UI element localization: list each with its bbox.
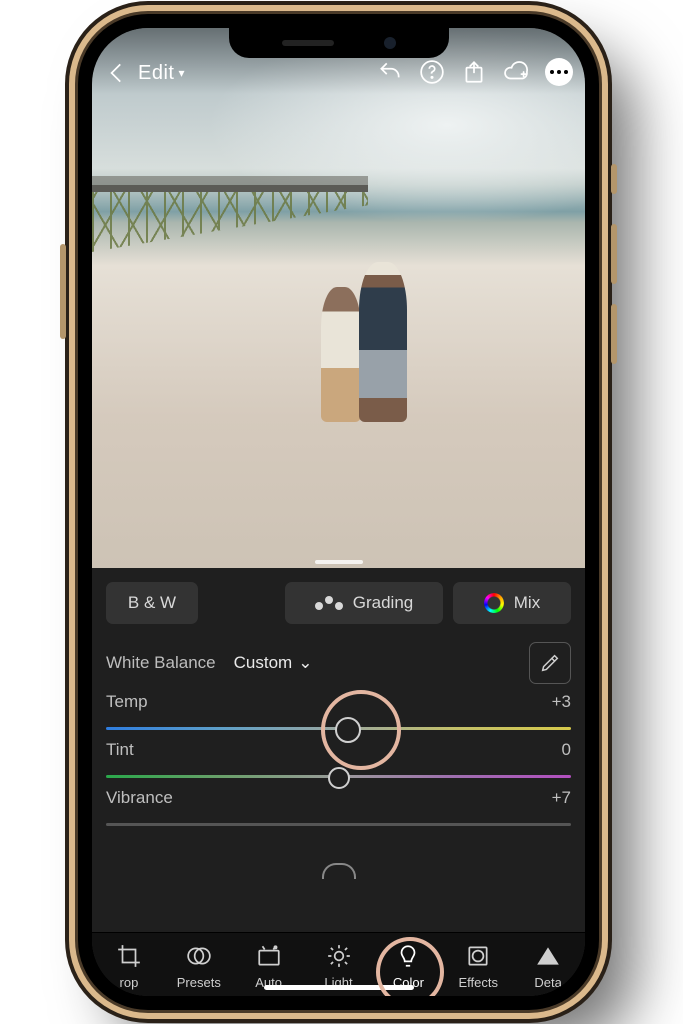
back-button[interactable] — [104, 60, 130, 86]
vibrance-value: +7 — [552, 788, 571, 808]
light-icon — [326, 943, 352, 969]
panel-handle[interactable] — [315, 560, 363, 564]
volume-down-button — [611, 304, 617, 364]
tool-light[interactable]: Light — [304, 943, 374, 990]
home-indicator[interactable] — [264, 985, 414, 990]
tool-color[interactable]: Color — [373, 943, 443, 990]
presets-icon — [186, 943, 212, 969]
effects-icon — [465, 943, 491, 969]
tab-mix[interactable]: Mix — [453, 582, 571, 624]
tab-bw[interactable]: B & W — [106, 582, 198, 624]
tab-grading[interactable]: Grading — [285, 582, 443, 624]
detail-icon — [535, 943, 561, 969]
wb-value: Custom — [234, 653, 293, 673]
expand-panel-arc[interactable] — [322, 863, 356, 879]
tab-mix-label: Mix — [514, 593, 540, 613]
wb-label: White Balance — [106, 653, 216, 673]
slider-temp[interactable]: Temp +3 — [92, 690, 585, 738]
silence-switch — [611, 164, 617, 194]
slider-tint[interactable]: Tint 0 — [92, 738, 585, 786]
grading-icon — [315, 596, 343, 610]
edit-menu[interactable]: Edit ▾ — [138, 62, 185, 85]
tool-auto[interactable]: Auto — [234, 943, 304, 990]
white-balance-row: White Balance Custom ⌄ — [92, 634, 585, 690]
screen: Edit ▾ — [92, 28, 585, 996]
cloud-sync-button[interactable] — [503, 59, 529, 85]
tool-crop[interactable]: rop — [94, 943, 164, 990]
auto-icon — [256, 943, 282, 969]
tab-grading-label: Grading — [353, 593, 413, 613]
eyedropper-button[interactable] — [529, 642, 571, 684]
subjects — [317, 252, 407, 422]
phone-frame: Edit ▾ — [78, 14, 599, 1010]
tint-label: Tint — [106, 740, 134, 760]
pier-graphic — [92, 185, 368, 261]
chevron-down-icon: ⌄ — [298, 653, 312, 673]
share-button[interactable] — [461, 59, 487, 85]
tint-value: 0 — [562, 740, 571, 760]
color-icon — [395, 943, 421, 969]
help-button[interactable] — [419, 59, 445, 85]
volume-up-button — [611, 224, 617, 284]
more-button[interactable] — [545, 58, 573, 86]
chevron-down-icon: ▾ — [178, 66, 185, 80]
wb-dropdown[interactable]: Custom ⌄ — [234, 653, 313, 673]
color-subtabs: B & W Grading Mix — [92, 568, 585, 634]
photo-preview[interactable] — [92, 28, 585, 568]
edit-label: Edit — [138, 62, 174, 85]
temp-knob[interactable] — [335, 717, 361, 743]
adjust-panel: B & W Grading Mix White Balance Custom — [92, 568, 585, 996]
tint-knob[interactable] — [328, 767, 350, 789]
notch — [229, 28, 449, 58]
temp-label: Temp — [106, 692, 148, 712]
crop-icon — [116, 943, 142, 969]
color-wheel-icon — [484, 593, 504, 613]
vibrance-label: Vibrance — [106, 788, 173, 808]
undo-button[interactable] — [377, 59, 403, 85]
tool-detail[interactable]: Deta — [513, 943, 583, 990]
tool-presets[interactable]: Presets — [164, 943, 234, 990]
slider-vibrance[interactable]: Vibrance +7 — [92, 786, 585, 834]
power-button — [60, 244, 66, 339]
tool-effects[interactable]: Effects — [443, 943, 513, 990]
temp-value: +3 — [552, 692, 571, 712]
